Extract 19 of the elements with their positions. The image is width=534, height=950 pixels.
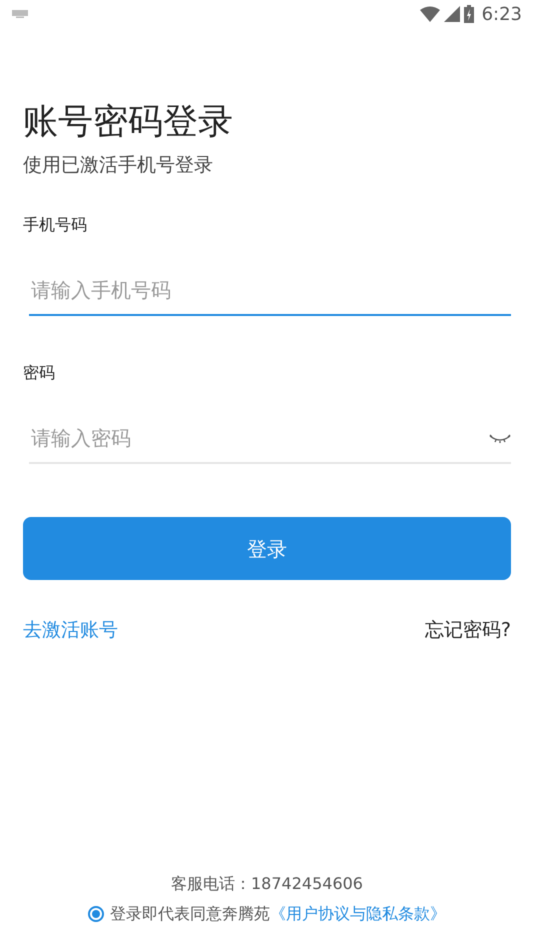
field-label: 密码	[23, 362, 56, 384]
battery-icon	[464, 5, 474, 23]
wifi-icon	[420, 6, 440, 22]
keyboard-icon	[12, 10, 28, 18]
agreement-radio[interactable]	[88, 906, 104, 922]
activate-account-link[interactable]: 去激活账号	[23, 616, 118, 644]
page-title: 账号密码登录	[23, 101, 234, 144]
agreement-link[interactable]: 《用户协议与隐私条款》	[270, 904, 446, 923]
eye-closed-icon[interactable]	[489, 434, 511, 444]
field-label: 手机号码	[23, 214, 88, 236]
phone-input[interactable]: 请输入手机号码	[29, 266, 511, 316]
page-subtitle: 使用已激活手机号登录	[23, 153, 214, 178]
forgot-password-link[interactable]: 忘记密码?	[424, 616, 511, 644]
service-phone: 客服电话：18742454606	[171, 873, 363, 895]
password-input[interactable]: 请输入密码	[29, 414, 511, 464]
signal-icon	[444, 6, 460, 22]
login-button[interactable]: 登录	[23, 517, 511, 580]
clock-time: 6:23	[482, 2, 522, 26]
agreement-text: 登录即代表同意奔腾苑	[110, 904, 270, 923]
